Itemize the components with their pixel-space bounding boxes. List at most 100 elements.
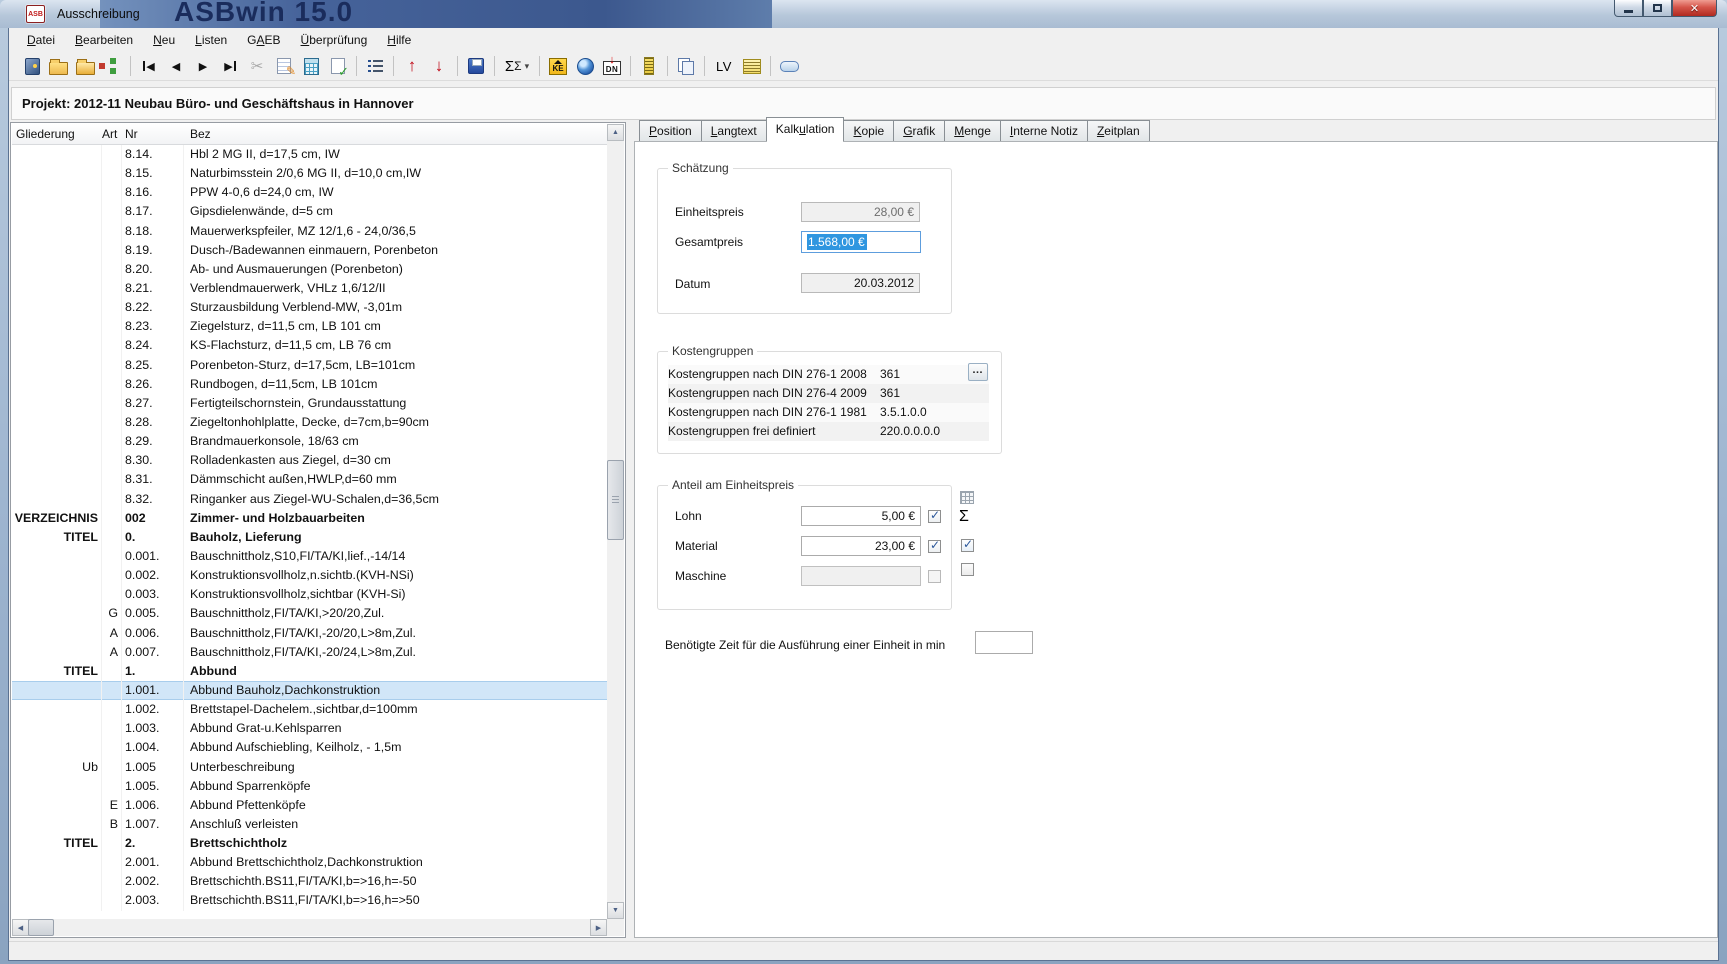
- tree-row[interactable]: 1.001. Abbund Bauholz,Dachkonstruktion: [12, 680, 607, 701]
- tree-row[interactable]: 8.16. PPW 4-0,6 d=24,0 cm, IW: [12, 183, 607, 203]
- check-document-icon[interactable]: [326, 55, 350, 80]
- tree-row[interactable]: VERZEICHNIS 002 Zimmer- und Holzbauarbei…: [12, 508, 607, 528]
- side-checkbox-unchecked[interactable]: [961, 563, 974, 576]
- tree-row[interactable]: 8.14. Hbl 2 MG II, d=17,5 cm, IW: [12, 145, 607, 165]
- column-header-gliederung[interactable]: Gliederung: [12, 124, 102, 144]
- tab-grafik[interactable]: Grafik: [893, 120, 946, 141]
- anteil-checkbox[interactable]: [928, 508, 941, 523]
- sum-icon[interactable]: Σ: [501, 55, 533, 78]
- move-up-icon[interactable]: [400, 55, 424, 78]
- anteil-checkbox[interactable]: [928, 569, 941, 583]
- save-icon[interactable]: [464, 55, 488, 78]
- tree-row[interactable]: 8.23. Ziegelsturz, d=11,5 cm, LB 101 cm: [12, 317, 607, 337]
- copy-icon[interactable]: [674, 55, 698, 78]
- tree-row[interactable]: A 0.006. Bauschnittholz,FI/TA/KI,-20/20,…: [12, 623, 607, 643]
- vertical-scrollbar[interactable]: ▲ ▼: [607, 124, 624, 919]
- vertical-scrollbar-thumb[interactable]: [607, 460, 624, 540]
- tree-row[interactable]: 8.31. Dämmschicht außen,HWLP,d=60 mm: [12, 470, 607, 490]
- close-button[interactable]: [1672, 0, 1717, 17]
- kostengruppen-row[interactable]: Kostengruppen nach DIN 276-1 2008 361: [668, 365, 989, 384]
- tree-row[interactable]: 8.24. KS-Flachsturz, d=11,5 cm, LB 76 cm: [12, 336, 607, 356]
- scroll-up-icon[interactable]: ▲: [607, 124, 624, 141]
- exit-door-icon[interactable]: [19, 55, 43, 78]
- numbered-list-icon[interactable]: [363, 55, 387, 78]
- tree-row[interactable]: 8.27. Fertigteilschornstein, Grundaussta…: [12, 393, 607, 413]
- scroll-down-icon[interactable]: ▼: [607, 902, 624, 919]
- tree-row[interactable]: 8.32. Ringanker aus Ziegel-WU-Schalen,d=…: [12, 489, 607, 509]
- tree-row[interactable]: 1.003. Abbund Grat-u.Kehlsparren: [12, 719, 607, 739]
- tree-row[interactable]: 8.18. Mauerwerkspfeiler, MZ 12/1,6 - 24,…: [12, 221, 607, 241]
- horizontal-scrollbar[interactable]: ◀ ▶: [12, 919, 607, 936]
- anteil-value-field[interactable]: 5,00 €: [801, 506, 921, 526]
- tree-row[interactable]: 8.25. Porenbeton-Sturz, d=17,5cm, LB=101…: [12, 355, 607, 375]
- tab-kopie[interactable]: Kopie: [843, 120, 895, 141]
- tree-row[interactable]: Ub 1.005 Unterbeschreibung: [12, 757, 607, 777]
- column-header-bez[interactable]: Bez: [184, 124, 607, 144]
- menu-item-hilfe[interactable]: Hilfe: [377, 30, 421, 50]
- menu-item-gaeb[interactable]: GAEB: [237, 30, 290, 50]
- column-header-art[interactable]: Art: [102, 124, 122, 144]
- tree-row[interactable]: 1.004. Abbund Aufschiebling, Keilholz, -…: [12, 738, 607, 758]
- nav-prev-icon[interactable]: [164, 55, 188, 78]
- kostengruppen-row[interactable]: Kostengruppen nach DIN 276-1 1981 3.5.1.…: [668, 403, 989, 422]
- folder-open-icon[interactable]: [46, 55, 70, 78]
- column-header-nr[interactable]: Nr: [122, 124, 184, 144]
- tree-row[interactable]: 8.17. Gipsdielenwände, d=5 cm: [12, 202, 607, 222]
- menu-item-datei[interactable]: Datei: [17, 30, 65, 50]
- tree-row[interactable]: TITEL 0. Bauholz, Lieferung: [12, 527, 607, 547]
- minimize-button[interactable]: [1614, 0, 1643, 17]
- titlebar[interactable]: ASBwin 15.0 ASB Ausschreibung: [0, 0, 1727, 28]
- side-checkbox-checked[interactable]: [961, 537, 974, 552]
- tree-row[interactable]: 2.001. Abbund Brettschichtholz,Dachkonst…: [12, 853, 607, 873]
- tab-interne-not iz[interactable]: Interne Notiz: [999, 120, 1088, 141]
- scroll-left-icon[interactable]: ◀: [12, 919, 29, 936]
- oval-pill-icon[interactable]: [777, 55, 801, 78]
- menu-item-ueberpruefung[interactable]: Überprüfung: [291, 30, 378, 50]
- kostengruppen-browse-button[interactable]: …: [968, 363, 988, 381]
- tree-row[interactable]: 0.002. Konstruktionsvollholz,n.sichtb.(K…: [12, 566, 607, 586]
- side-table-icon[interactable]: [960, 491, 974, 504]
- tree-row[interactable]: 2.003. Brettschichth.BS11,FI/TA/KI,b=>16…: [12, 891, 607, 911]
- calculator-icon[interactable]: [299, 55, 323, 78]
- tree-row[interactable]: 8.19. Dusch-/Badewannen einmauern, Poren…: [12, 240, 607, 260]
- tree-row[interactable]: 8.15. Naturbimsstein 2/0,6 MG II, d=10,0…: [12, 164, 607, 184]
- notes-list-icon[interactable]: [740, 55, 764, 78]
- tree-row[interactable]: 8.28. Ziegeltonhohlplatte, Decke, d=7cm,…: [12, 412, 607, 433]
- tree-row[interactable]: 0.003. Konstruktionsvollholz,sichtbar (K…: [12, 585, 607, 605]
- lv-icon[interactable]: LV: [711, 55, 737, 78]
- tab-kalkulation[interactable]: Kalkulation: [765, 117, 845, 142]
- tree-row[interactable]: 8.30. Rolladenkasten aus Ziegel, d=30 cm: [12, 451, 607, 471]
- tree-row[interactable]: 8.20. Ab- und Ausmauerungen (Porenbeton): [12, 259, 607, 279]
- menu-item-bearbeiten[interactable]: Bearbeiten: [65, 30, 143, 50]
- dn-export-icon[interactable]: DN: [600, 55, 624, 78]
- ke-catalog-icon[interactable]: KE: [546, 55, 570, 78]
- folder-open-alt-icon[interactable]: [73, 55, 97, 78]
- horizontal-scrollbar-thumb[interactable]: [28, 919, 54, 936]
- maximize-button[interactable]: [1643, 0, 1672, 17]
- tree-row[interactable]: A 0.007. Bauschnittholz,FI/TA/KI,-20/24,…: [12, 642, 607, 662]
- tree-row[interactable]: E 1.006. Abbund Pfettenköpfe: [12, 795, 607, 815]
- globe-icon[interactable]: [573, 55, 597, 78]
- nav-next-icon[interactable]: [191, 55, 215, 78]
- nav-first-icon[interactable]: [137, 55, 161, 78]
- edit-position-icon[interactable]: [272, 55, 296, 78]
- tree-row[interactable]: 1.002. Brettstapel-Dachelem.,sichtbar,d=…: [12, 700, 607, 720]
- tab-position[interactable]: Position: [639, 120, 702, 141]
- tab-menge[interactable]: Menge: [944, 120, 1001, 141]
- cut-icon[interactable]: [245, 55, 269, 78]
- tree-row[interactable]: TITEL 2. Brettschichtholz: [12, 834, 607, 854]
- menu-item-listen[interactable]: Listen: [185, 30, 237, 50]
- anteil-value-field[interactable]: [801, 566, 921, 586]
- kostengruppen-row[interactable]: Kostengruppen nach DIN 276-4 2009 361: [668, 384, 989, 403]
- tree-row[interactable]: 8.26. Rundbogen, d=11,5cm, LB 101cm: [12, 374, 607, 394]
- tree-row[interactable]: 8.22. Sturzausbildung Verblend-MW, -3,01…: [12, 298, 607, 318]
- nav-last-icon[interactable]: [218, 55, 242, 78]
- zeit-input[interactable]: [975, 631, 1033, 654]
- ruler-icon[interactable]: [637, 55, 661, 78]
- tree-row[interactable]: 0.001. Bauschnittholz,S10,FI/TA/KI,lief.…: [12, 546, 607, 567]
- tab-langtext[interactable]: Langtext: [700, 120, 767, 141]
- menu-item-neu[interactable]: Neu: [143, 30, 185, 50]
- move-down-icon[interactable]: [427, 55, 451, 78]
- tree-row[interactable]: B 1.007. Anschluß verleisten: [12, 814, 607, 835]
- tree-row[interactable]: 8.21. Verblendmauerwerk, VHLz 1,6/12/II: [12, 278, 607, 299]
